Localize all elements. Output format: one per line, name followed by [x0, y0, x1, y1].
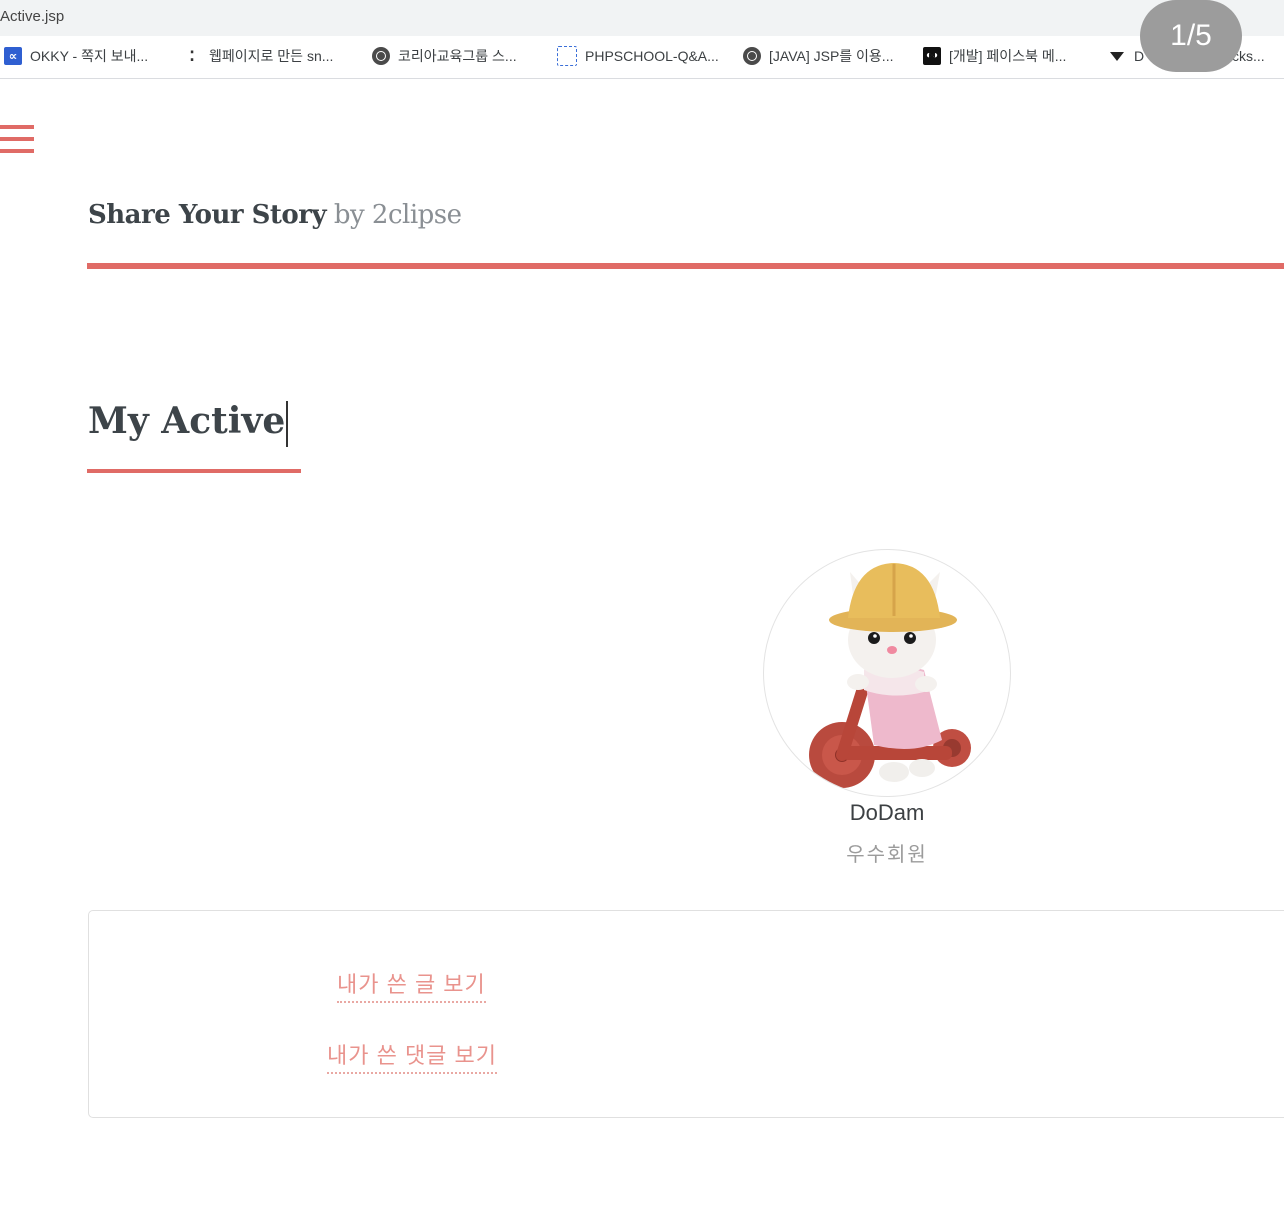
globe-icon	[372, 47, 390, 65]
heading-underline	[87, 469, 301, 473]
avatar	[763, 549, 1011, 797]
dots-icon: ⁚	[189, 48, 195, 64]
bookmark-java-jsp[interactable]: [JAVA] JSP를 이용...	[743, 46, 893, 66]
okky-icon: ∝	[4, 47, 22, 65]
bookmark-label: PHPSCHOOL-Q&A...	[585, 48, 719, 64]
bookmark-label: 코리아교육그룹 스...	[398, 48, 517, 64]
url-text[interactable]: Active.jsp	[0, 8, 64, 25]
bookmark-label: [개발] 페이스북 메...	[949, 48, 1067, 64]
address-bar[interactable]: Active.jsp	[0, 0, 1284, 36]
globe-icon	[743, 47, 761, 65]
site-title-author: by 2clipse	[333, 200, 462, 230]
page-title-text: My Active	[88, 400, 286, 442]
my-posts-link[interactable]: 내가 쓴 글 보기	[337, 967, 486, 1003]
bookmarks-bar: ∝ OKKY - 쪽지 보내... ⁚ 웹페이지로 만든 sn... 코리아교육…	[0, 36, 1284, 79]
bookmark-d[interactable]: D	[1108, 46, 1144, 66]
blog-icon: ◐◑	[923, 47, 941, 65]
bookmark-korea-edu[interactable]: 코리아교육그룹 스...	[372, 46, 517, 66]
site-title-main: Share Your Story	[88, 200, 327, 230]
bookmark-label: OKKY - 쪽지 보내...	[30, 48, 149, 64]
profile-username: DoDam	[849, 800, 925, 825]
site-title[interactable]: Share Your Story by 2clipse	[88, 200, 462, 230]
bookmark-phpschool[interactable]: PHPSCHOOL-Q&A...	[557, 46, 719, 66]
profile-grade: 우수회원	[846, 844, 928, 866]
bookmark-facebook-dev[interactable]: ◐◑ [개발] 페이스북 메...	[923, 46, 1066, 66]
page-title: My Active	[88, 400, 289, 447]
bookmark-label: 웹페이지로 만든 sn...	[209, 48, 334, 64]
menu-icon[interactable]	[0, 125, 34, 157]
my-comments-link[interactable]: 내가 쓴 댓글 보기	[327, 1038, 498, 1074]
page-counter-badge: 1/5	[1140, 0, 1242, 72]
activity-panel: 내가 쓴 글 보기 내가 쓴 댓글 보기	[88, 910, 1284, 1118]
bookmark-sns[interactable]: ⁚ 웹페이지로 만든 sn...	[183, 46, 333, 66]
php-icon	[557, 46, 577, 66]
kitten-figure-image	[809, 563, 971, 788]
text-cursor	[286, 401, 289, 447]
bookmark-okky[interactable]: ∝ OKKY - 쪽지 보내...	[4, 46, 148, 66]
title-divider	[87, 263, 1284, 269]
bookmark-label: [JAVA] JSP를 이용...	[769, 48, 894, 64]
hat-icon	[1108, 47, 1126, 65]
